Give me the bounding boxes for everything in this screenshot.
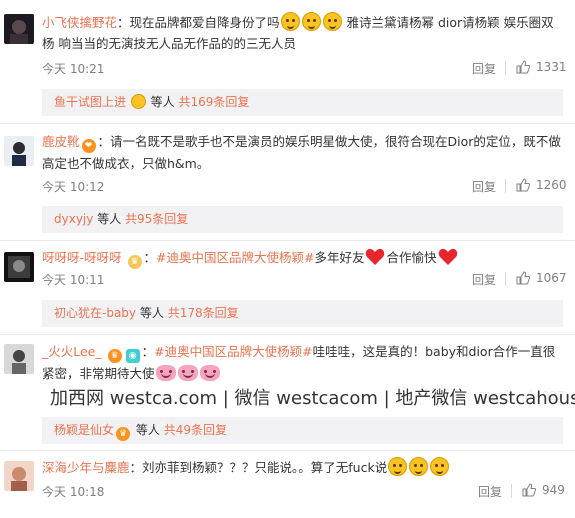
surprised-emoji-icon bbox=[130, 94, 146, 109]
pig-emoji-icon bbox=[199, 365, 220, 381]
thumbs-up-icon bbox=[516, 60, 530, 74]
sub-reply-summary[interactable]: 鱼干试图上进 等人 共169条回复 bbox=[42, 89, 563, 116]
sub-reply-user[interactable]: 初心犹在-baby bbox=[54, 306, 136, 320]
like-button[interactable]: 949 bbox=[522, 483, 565, 497]
like-button[interactable]: 1331 bbox=[516, 60, 567, 74]
pig-emoji-icon bbox=[177, 365, 198, 381]
avatar[interactable] bbox=[4, 344, 34, 374]
watermark-banner: 加西网 westca.com | 微信 westcacom | 地产微信 wes… bbox=[38, 386, 575, 412]
smile-emoji-icon bbox=[301, 12, 321, 31]
sub-reply-summary[interactable]: dyxyjy 等人 共95条回复 bbox=[42, 206, 563, 233]
like-count: 949 bbox=[542, 483, 565, 497]
comment-time: 今天 10:21 bbox=[42, 62, 105, 76]
reply-button[interactable]: 回复 bbox=[472, 60, 496, 77]
divider bbox=[0, 123, 575, 124]
sub-reply-count[interactable]: 共178条回复 bbox=[168, 306, 239, 320]
smile-emoji-icon bbox=[280, 12, 300, 31]
comment-time: 今天 10:18 bbox=[42, 485, 105, 499]
reply-button[interactable]: 回复 bbox=[478, 483, 502, 500]
comment-text: ：请一名既不是歌手也不是演员的娱乐明星做大使，很符合现在Dior的定位，既不做高… bbox=[42, 134, 561, 171]
heart-icon bbox=[438, 248, 458, 266]
divider bbox=[0, 334, 575, 335]
like-button[interactable]: 1260 bbox=[516, 178, 567, 192]
topic-link[interactable]: #迪奥中国区品牌大使杨颖# bbox=[156, 250, 314, 265]
vip-badge-icon: ♛ bbox=[107, 349, 122, 363]
avatar[interactable] bbox=[4, 461, 34, 491]
like-count: 1331 bbox=[536, 60, 567, 74]
smile-emoji-icon bbox=[409, 457, 429, 476]
username-link[interactable]: 鹿皮靴 bbox=[42, 134, 80, 149]
comment-text: 合作愉快 bbox=[386, 250, 437, 265]
username-link[interactable]: 小飞侠擒野花 bbox=[42, 15, 117, 30]
comment-text: ：刘亦菲到杨颖？？？只能说。。算了无fuck说 bbox=[129, 460, 388, 475]
smile-emoji-icon bbox=[430, 457, 450, 476]
like-count: 1260 bbox=[536, 178, 567, 192]
sub-reply-user[interactable]: dyxyjy bbox=[54, 212, 93, 226]
divider bbox=[0, 450, 575, 451]
username-link[interactable]: 深海少年与麋鹿 bbox=[42, 460, 130, 475]
sub-reply-user[interactable]: 杨颖是仙女 bbox=[54, 423, 114, 437]
reply-button[interactable]: 回复 bbox=[472, 271, 496, 288]
thumbs-up-icon bbox=[516, 271, 530, 285]
thumbs-up-icon bbox=[522, 483, 536, 497]
divider bbox=[511, 484, 512, 498]
avatar[interactable] bbox=[4, 136, 34, 166]
vip-badge-icon: ♛ bbox=[127, 255, 142, 269]
avatar[interactable] bbox=[4, 252, 34, 282]
divider bbox=[505, 179, 506, 193]
sub-reply-count[interactable]: 共95条回复 bbox=[125, 212, 188, 226]
thumbs-up-icon bbox=[516, 178, 530, 192]
divider bbox=[505, 272, 506, 286]
comment-text: ：现在品牌都爱自降身份了吗 bbox=[117, 15, 280, 30]
comment-text: 多年好友 bbox=[314, 250, 365, 265]
username-link[interactable]: _火火Lee_ bbox=[42, 344, 102, 359]
sub-reply-count[interactable]: 共49条回复 bbox=[164, 423, 227, 437]
like-count: 1067 bbox=[536, 271, 567, 285]
reply-button[interactable]: 回复 bbox=[472, 178, 496, 195]
smile-emoji-icon bbox=[322, 12, 342, 31]
sub-reply-summary[interactable]: 杨颖是仙女 ♛ 等人 共49条回复 bbox=[42, 417, 563, 444]
comment-time: 今天 10:12 bbox=[42, 180, 105, 194]
like-button[interactable]: 1067 bbox=[516, 271, 567, 285]
comment-time: 今天 10:11 bbox=[42, 273, 105, 287]
vip-badge-icon: ♛ bbox=[116, 427, 131, 441]
sub-reply-summary[interactable]: 初心犹在-baby 等人 共178条回复 bbox=[42, 300, 563, 327]
sub-reply-user[interactable]: 鱼干试图上进 bbox=[54, 95, 126, 109]
sub-reply-count[interactable]: 共169条回复 bbox=[179, 95, 250, 109]
vip-badge-icon: ❤ bbox=[81, 139, 96, 153]
divider bbox=[505, 61, 506, 75]
heart-icon bbox=[365, 248, 385, 266]
avatar[interactable] bbox=[4, 14, 34, 44]
topic-link[interactable]: #迪奥中国区品牌大使杨颖# bbox=[154, 344, 312, 359]
divider bbox=[0, 240, 575, 241]
camera-badge-icon: ◉ bbox=[125, 349, 140, 363]
username-link[interactable]: 呀呀呀-呀呀呀 bbox=[42, 250, 122, 265]
pig-emoji-icon bbox=[155, 365, 176, 381]
smile-emoji-icon bbox=[388, 457, 408, 476]
